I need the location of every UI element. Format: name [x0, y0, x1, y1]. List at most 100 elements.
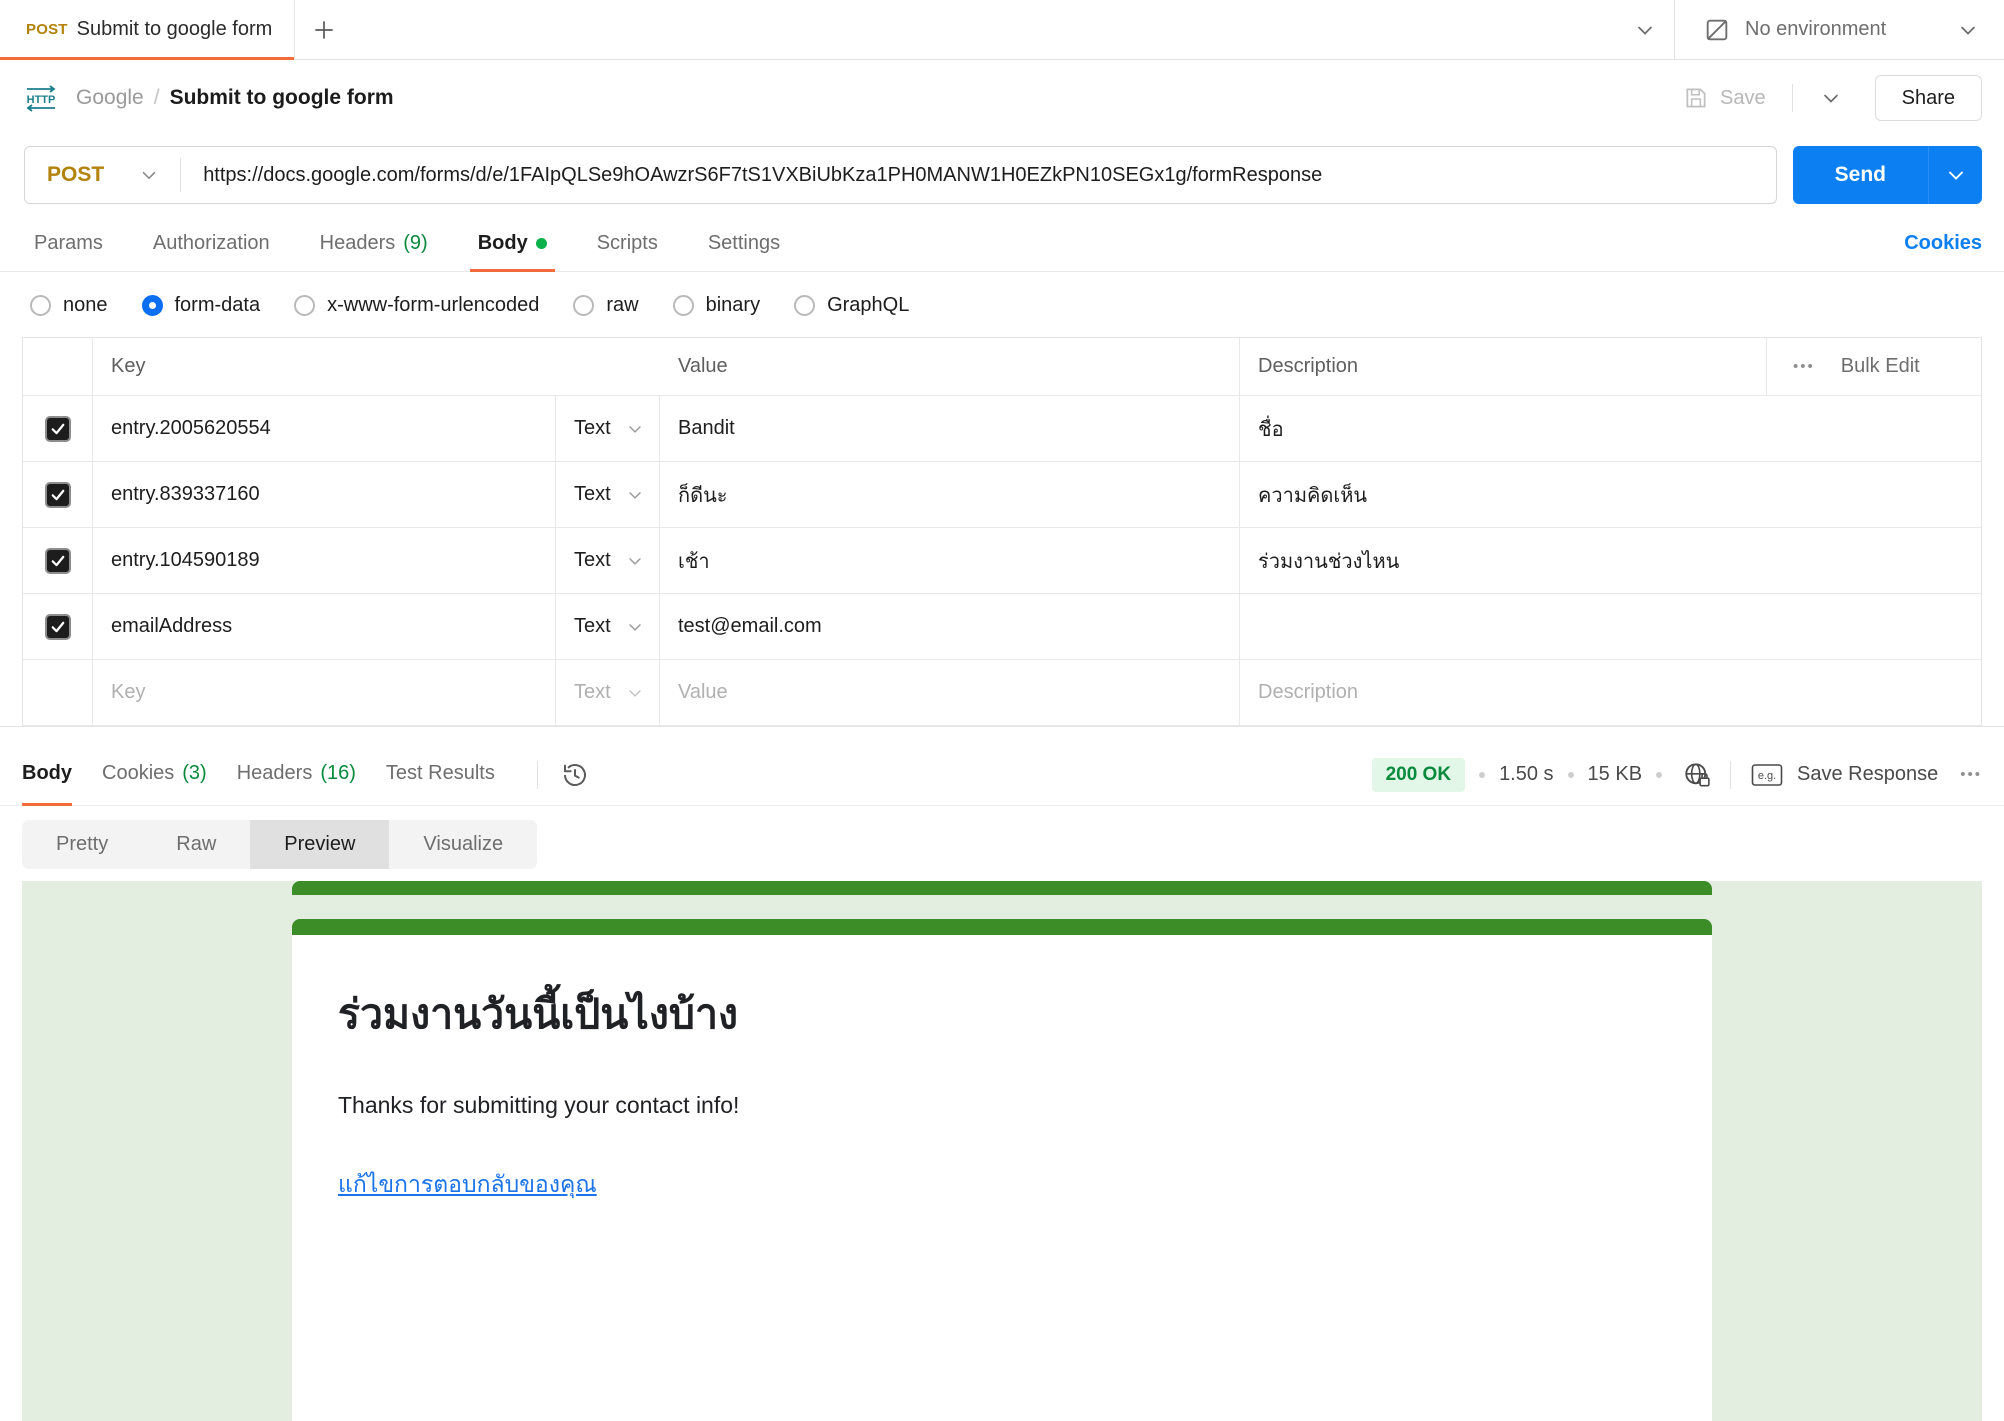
- tab-count: (3): [182, 761, 207, 784]
- send-button[interactable]: Send: [1792, 146, 1928, 204]
- status-badge: 200 OK: [1371, 757, 1466, 792]
- response-tab-test-results[interactable]: Test Results: [386, 744, 495, 806]
- table-row: entry.2005620554 Text Bandit ชื่อ: [23, 396, 1981, 462]
- checkbox-checked-icon: [44, 415, 71, 442]
- response-tab-headers[interactable]: Headers (16): [237, 744, 356, 806]
- row-value-input[interactable]: เช้า: [660, 528, 1240, 593]
- row-checkbox[interactable]: [23, 528, 93, 593]
- tab-headers[interactable]: Headers (9): [308, 232, 440, 271]
- send-options-button[interactable]: [1928, 146, 1982, 204]
- row-type-label: Text: [574, 549, 611, 571]
- radio-icon: [672, 295, 694, 316]
- view-mode-preview[interactable]: Preview: [250, 820, 390, 869]
- page-title: Submit to google form: [169, 86, 394, 109]
- checkbox-checked-icon: [44, 613, 71, 640]
- chevron-down-icon: [629, 623, 641, 631]
- environment-selector[interactable]: No environment: [1674, 0, 2004, 59]
- form-card-content: ร่วมงานวันนี้เป็นไงบ้าง Thanks for submi…: [292, 935, 1712, 1203]
- separator-dot: [1656, 771, 1663, 778]
- body-type-none[interactable]: none: [30, 294, 108, 317]
- row-type-label: Text: [574, 417, 611, 439]
- url-input[interactable]: https://docs.google.com/forms/d/e/1FAIpQ…: [181, 164, 1775, 187]
- new-tab-button[interactable]: [295, 0, 353, 59]
- tab-settings[interactable]: Settings: [696, 232, 792, 271]
- body-type-form-data[interactable]: form-data: [141, 294, 260, 317]
- response-more-options-icon[interactable]: •••: [1960, 766, 1982, 783]
- new-row-type-select[interactable]: Text: [555, 660, 660, 725]
- row-description-input[interactable]: ความคิดเห็น: [1240, 462, 1981, 527]
- share-button[interactable]: Share: [1874, 75, 1982, 121]
- radio-selected-icon: [141, 295, 163, 316]
- globe-lock-icon[interactable]: [1682, 760, 1712, 790]
- row-type-select[interactable]: Text: [555, 462, 660, 527]
- save-options-button[interactable]: [1805, 86, 1857, 110]
- example-icon: e.g.: [1751, 763, 1783, 786]
- chevron-down-icon: [1638, 26, 1652, 35]
- radio-label: GraphQL: [827, 294, 910, 316]
- body-type-raw[interactable]: raw: [573, 294, 639, 317]
- view-mode-pretty[interactable]: Pretty: [22, 820, 142, 869]
- environment-label: No environment: [1745, 18, 1887, 40]
- header-description: Description: [1258, 355, 1359, 377]
- breadcrumb-bar: HTTP Google / Submit to google form Save…: [0, 60, 2004, 136]
- row-checkbox[interactable]: [23, 594, 93, 659]
- row-type-select[interactable]: Text: [555, 396, 660, 461]
- chevron-down-icon: [142, 171, 156, 180]
- breadcrumb-parent[interactable]: Google: [76, 86, 144, 110]
- tab-overflow-button[interactable]: [1616, 0, 1674, 59]
- row-checkbox[interactable]: [23, 396, 93, 461]
- tab-label: Cookies: [102, 761, 175, 784]
- view-mode-visualize[interactable]: Visualize: [389, 820, 537, 869]
- bulk-edit-button[interactable]: ••• Bulk Edit: [1766, 338, 1981, 395]
- body-type-binary[interactable]: binary: [672, 294, 760, 317]
- radio-icon: [30, 295, 51, 316]
- cookies-link[interactable]: Cookies: [1904, 232, 1982, 271]
- row-key-input[interactable]: emailAddress: [93, 594, 555, 659]
- chevron-down-icon: [629, 689, 641, 697]
- body-type-urlencoded[interactable]: x-www-form-urlencoded: [294, 294, 539, 317]
- row-description-input[interactable]: ชื่อ: [1240, 396, 1981, 461]
- body-type-graphql[interactable]: GraphQL: [794, 294, 909, 317]
- response-tab-cookies[interactable]: Cookies (3): [102, 744, 207, 806]
- body-type-radio-group: none form-data x-www-form-urlencoded raw…: [0, 272, 2004, 337]
- row-key-input[interactable]: entry.2005620554: [93, 396, 555, 461]
- radio-icon: [794, 295, 816, 316]
- save-button[interactable]: Save: [1669, 85, 1780, 111]
- tab-label: Test Results: [385, 761, 495, 784]
- row-description-input[interactable]: ร่วมงานช่วงไหน: [1240, 528, 1981, 593]
- row-value-input[interactable]: ก็ดีนะ: [660, 462, 1240, 527]
- row-value-input[interactable]: test@email.com: [660, 594, 1240, 659]
- row-type-select[interactable]: Text: [555, 594, 660, 659]
- svg-text:e.g.: e.g.: [1758, 770, 1776, 782]
- tab-authorization[interactable]: Authorization: [141, 232, 282, 271]
- view-mode-raw[interactable]: Raw: [142, 820, 250, 869]
- new-row-description-input[interactable]: Description: [1240, 660, 1981, 725]
- row-description-input[interactable]: [1240, 594, 1981, 659]
- response-preview-pane: ร่วมงานวันนี้เป็นไงบ้าง Thanks for submi…: [22, 881, 1982, 1421]
- form-top-accent-bar: [292, 881, 1712, 895]
- tab-params[interactable]: Params: [22, 232, 115, 271]
- pane-divider[interactable]: [0, 726, 2004, 744]
- body-modified-dot-icon: [535, 238, 547, 249]
- http-icon: HTTP: [26, 85, 56, 112]
- response-history-button[interactable]: [550, 760, 600, 790]
- new-row-key-input[interactable]: Key: [93, 660, 555, 725]
- new-row-value-input[interactable]: Value: [660, 660, 1240, 725]
- tab-scripts[interactable]: Scripts: [585, 232, 670, 271]
- row-checkbox[interactable]: [23, 462, 93, 527]
- row-key-input[interactable]: entry.839337160: [93, 462, 555, 527]
- edit-response-link[interactable]: แก้ไขการตอบกลับของคุณ: [338, 1167, 597, 1203]
- method-selector[interactable]: POST: [25, 147, 180, 203]
- tab-body[interactable]: Body: [466, 232, 559, 272]
- chevron-down-icon: [1961, 26, 1975, 35]
- row-key-input[interactable]: entry.104590189: [93, 528, 555, 593]
- request-tab[interactable]: POST Submit to google form: [0, 0, 296, 60]
- row-type-select[interactable]: Text: [555, 528, 660, 593]
- response-tab-body[interactable]: Body: [22, 744, 72, 806]
- row-value-input[interactable]: Bandit: [660, 396, 1240, 461]
- row-checkbox-placeholder[interactable]: [23, 660, 93, 725]
- table-row: entry.839337160 Text ก็ดีนะ ความคิดเห็น: [23, 462, 1981, 528]
- form-data-table: Key Value Description ••• Bulk Edit entr…: [22, 337, 1982, 726]
- save-response-button[interactable]: Save Response: [1797, 763, 1938, 786]
- form-title: ร่วมงานวันนี้เป็นไงบ้าง: [338, 990, 738, 1038]
